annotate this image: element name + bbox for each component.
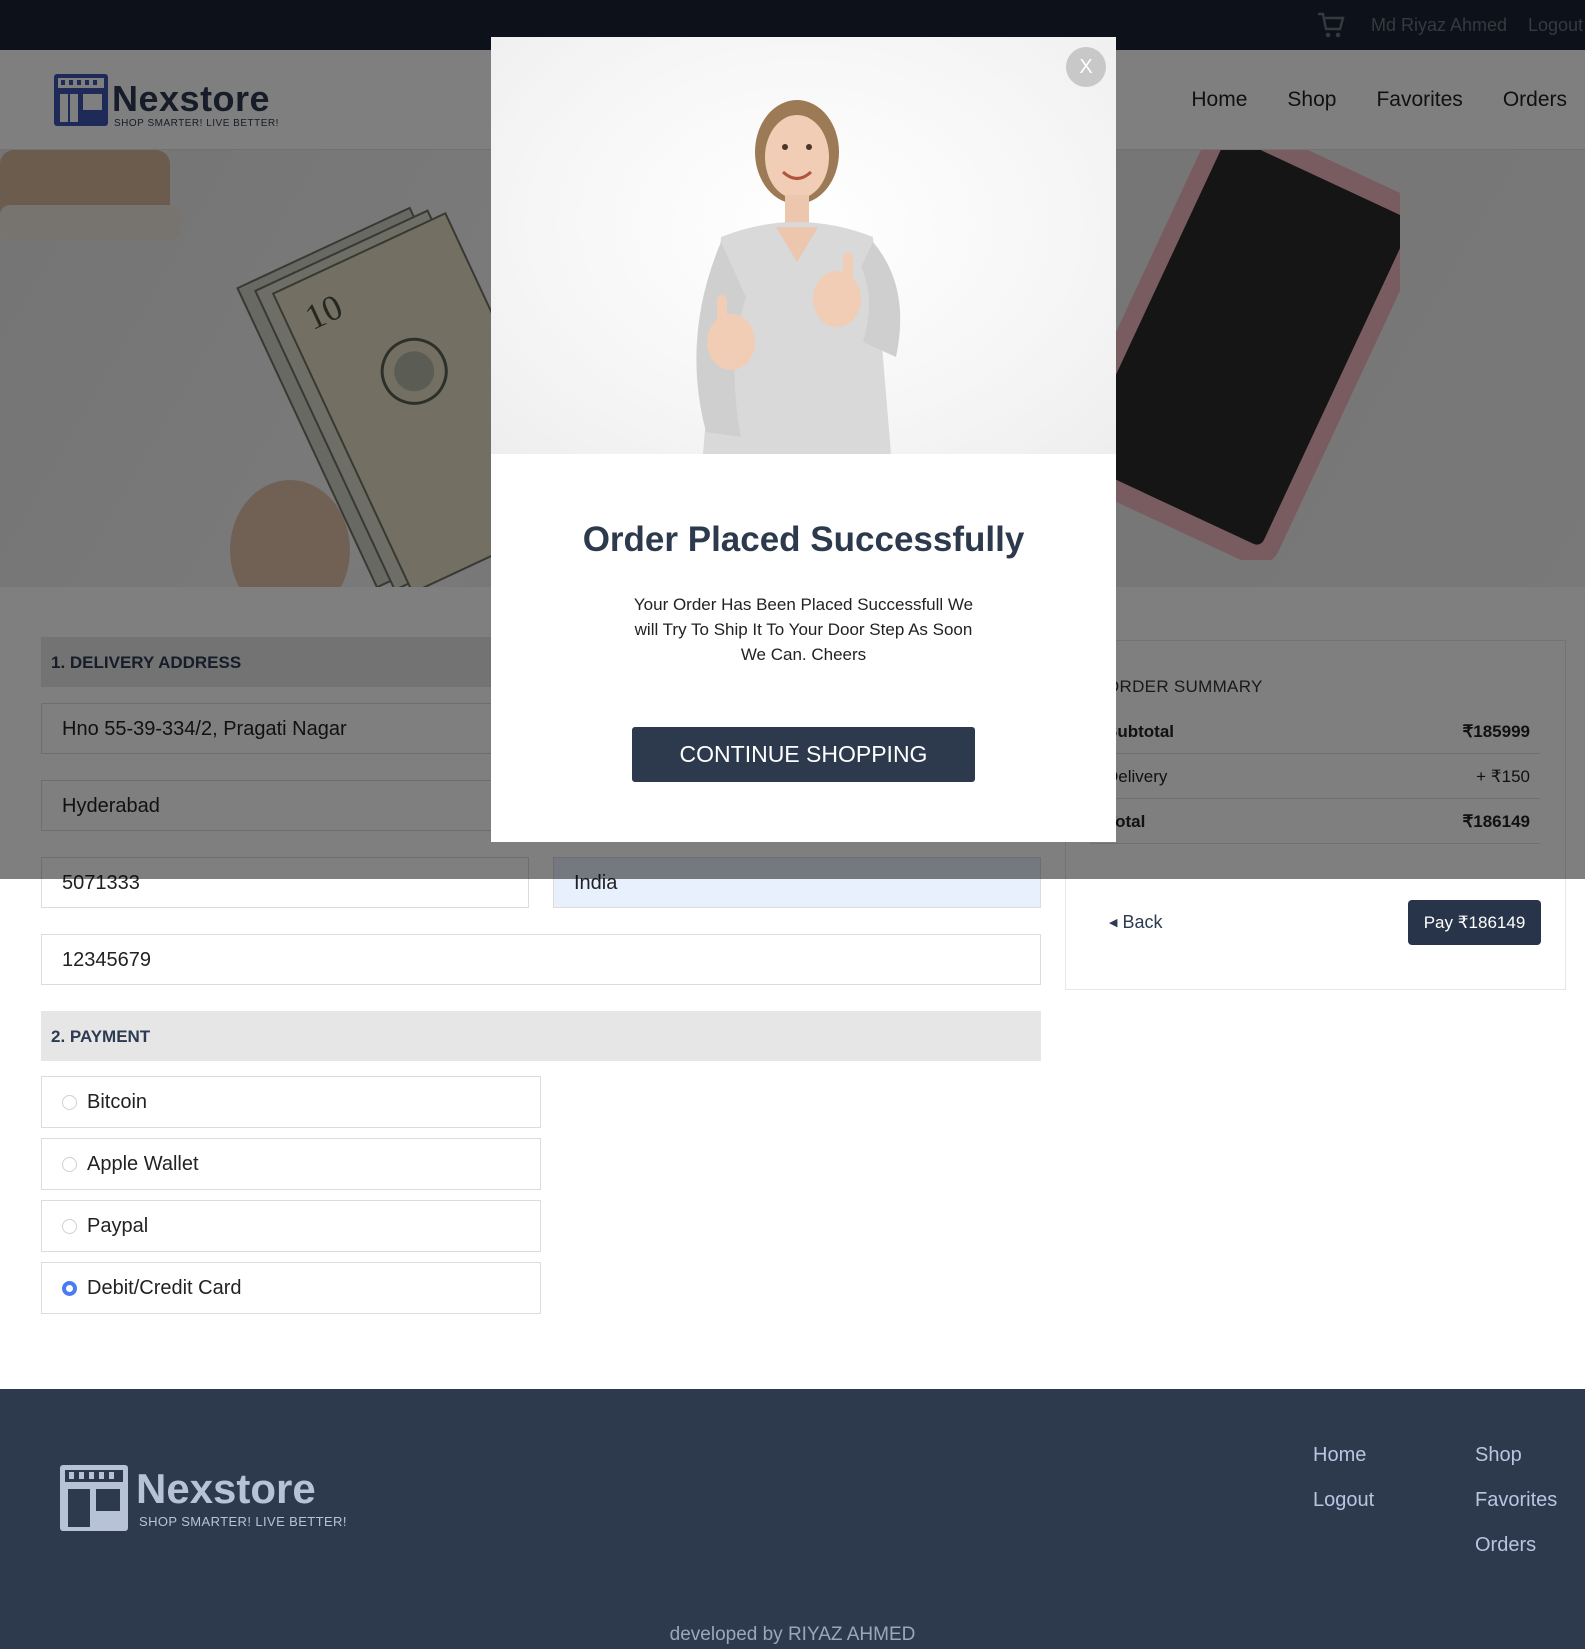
phone-value: 12345679 (62, 949, 151, 971)
order-success-modal: X Order Placed Successfully Your Order H… (491, 37, 1116, 842)
footer-link-logout[interactable]: Logout (1313, 1489, 1374, 1512)
payment-option-card[interactable]: Debit/Credit Card (41, 1262, 541, 1314)
payment-option-bitcoin[interactable]: Bitcoin (41, 1076, 541, 1128)
continue-shopping-button[interactable]: CONTINUE SHOPPING (632, 727, 975, 782)
thumbs-up-photo (491, 37, 1116, 454)
footer-logo[interactable]: Nexstore SHOP SMARTER! LIVE BETTER! (58, 1463, 348, 1533)
payment-option-paypal[interactable]: Paypal (41, 1200, 541, 1252)
radio-bitcoin[interactable] (62, 1095, 77, 1110)
footer-brand-name: Nexstore (136, 1465, 316, 1512)
phone-field[interactable]: 12345679 (41, 934, 1041, 985)
footer-tagline: SHOP SMARTER! LIVE BETTER! (139, 1514, 347, 1529)
woman-thumbs-up-illustration (696, 100, 901, 454)
pay-button[interactable]: Pay ₹186149 (1408, 900, 1541, 945)
site-footer: Nexstore SHOP SMARTER! LIVE BETTER! Home… (0, 1389, 1585, 1649)
modal-title: Order Placed Successfully (582, 520, 1025, 559)
radio-card[interactable] (62, 1281, 77, 1296)
payment-option-label: Paypal (87, 1215, 149, 1237)
radio-paypal[interactable] (62, 1219, 77, 1234)
payment-option-label: Debit/Credit Card (87, 1277, 242, 1299)
store-icon (60, 1465, 128, 1531)
modal-message: Your Order Has Been Placed Successfull W… (633, 595, 974, 664)
payment-option-label: Apple Wallet (87, 1153, 199, 1175)
back-label: Back (1122, 912, 1163, 932)
footer-credit: developed by RIYAZ AHMED (669, 1624, 916, 1645)
footer-link-orders[interactable]: Orders (1475, 1534, 1536, 1557)
close-modal-button[interactable]: X (1066, 47, 1106, 87)
back-link[interactable]: ◀ Back (1109, 912, 1163, 933)
footer-link-shop[interactable]: Shop (1475, 1444, 1522, 1467)
payment-option-label: Bitcoin (87, 1091, 148, 1113)
payment-heading: 2. PAYMENT (51, 1027, 151, 1046)
payment-section-header: 2. PAYMENT (41, 1011, 1041, 1061)
footer-link-home[interactable]: Home (1313, 1444, 1366, 1467)
radio-apple-wallet[interactable] (62, 1157, 77, 1172)
caret-left-icon: ◀ (1109, 917, 1118, 929)
footer-link-favorites[interactable]: Favorites (1475, 1489, 1557, 1512)
payment-option-apple-wallet[interactable]: Apple Wallet (41, 1138, 541, 1190)
